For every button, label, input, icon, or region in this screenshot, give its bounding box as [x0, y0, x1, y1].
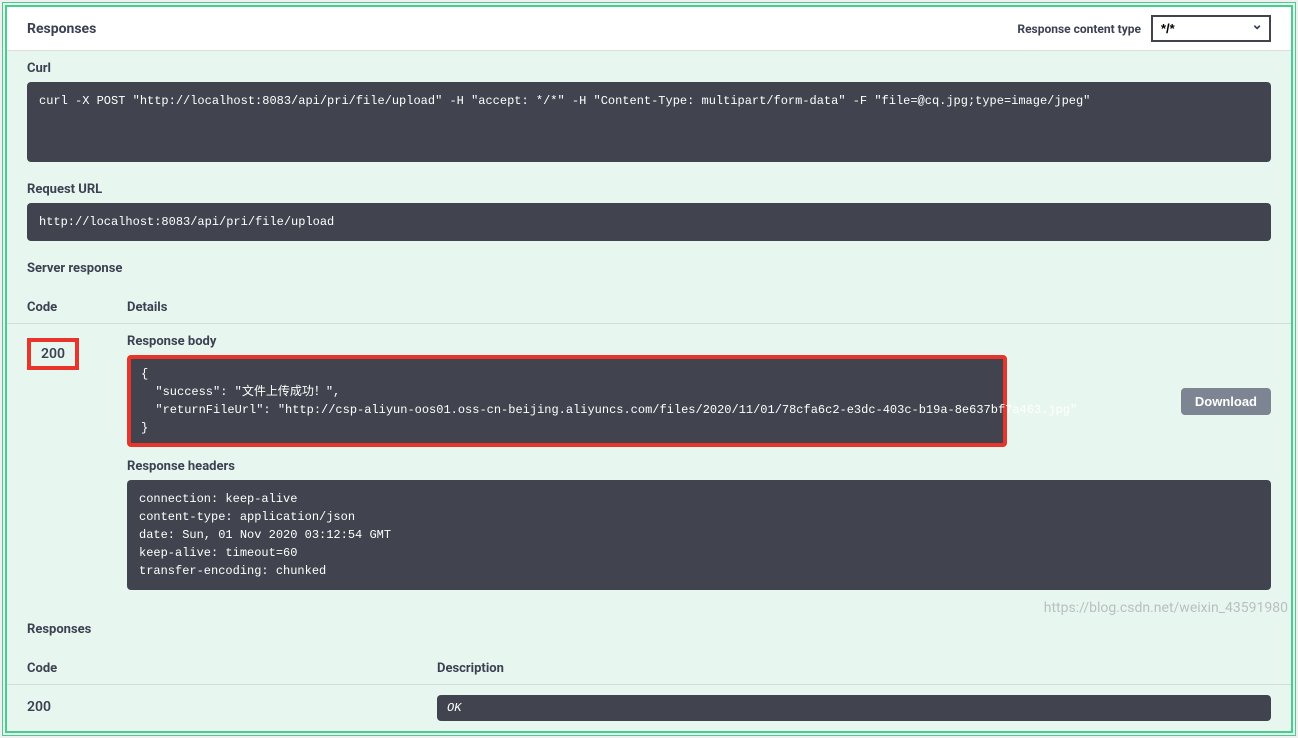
status-code-cell: 200 — [27, 334, 127, 370]
content-type-select[interactable]: */* — [1151, 15, 1271, 42]
curl-label: Curl — [27, 61, 1271, 76]
response-body-text: { "success": "文件上传成功！", "returnFileUrl":… — [141, 365, 993, 437]
responses-description-header: Description — [437, 661, 1271, 676]
download-button[interactable]: Download — [1181, 388, 1271, 415]
request-url-value: http://localhost:8083/api/pri/file/uploa… — [27, 203, 1271, 241]
response-headers-label: Response headers — [127, 459, 1271, 474]
responses-row-description: OK — [437, 695, 1271, 721]
responses-table-label: Responses — [27, 622, 1271, 637]
server-response-row: 200 Response body { "success": "文件上传成功！"… — [7, 324, 1291, 612]
response-body-label: Response body — [127, 334, 1271, 349]
responses-title: Responses — [27, 21, 96, 37]
server-response-table-header: Code Details — [7, 292, 1291, 324]
responses-header: Responses Response content type */* — [7, 7, 1291, 51]
server-response-label: Server response — [27, 261, 1271, 276]
responses-table-header: Code Description — [7, 653, 1291, 685]
details-header: Details — [127, 300, 1271, 315]
curl-command: curl -X POST "http://localhost:8083/api/… — [27, 82, 1271, 162]
request-url-label: Request URL — [27, 182, 1271, 197]
responses-table-row: 200 OK — [7, 685, 1291, 731]
responses-code-header: Code — [27, 661, 437, 676]
response-headers-value: connection: keep-alive content-type: app… — [127, 480, 1271, 590]
response-body-box: { "success": "文件上传成功！", "returnFileUrl":… — [127, 355, 1007, 447]
code-header: Code — [27, 300, 127, 315]
responses-row-code: 200 — [27, 695, 437, 715]
content-type-label: Response content type — [1017, 22, 1141, 36]
status-code: 200 — [27, 338, 79, 370]
